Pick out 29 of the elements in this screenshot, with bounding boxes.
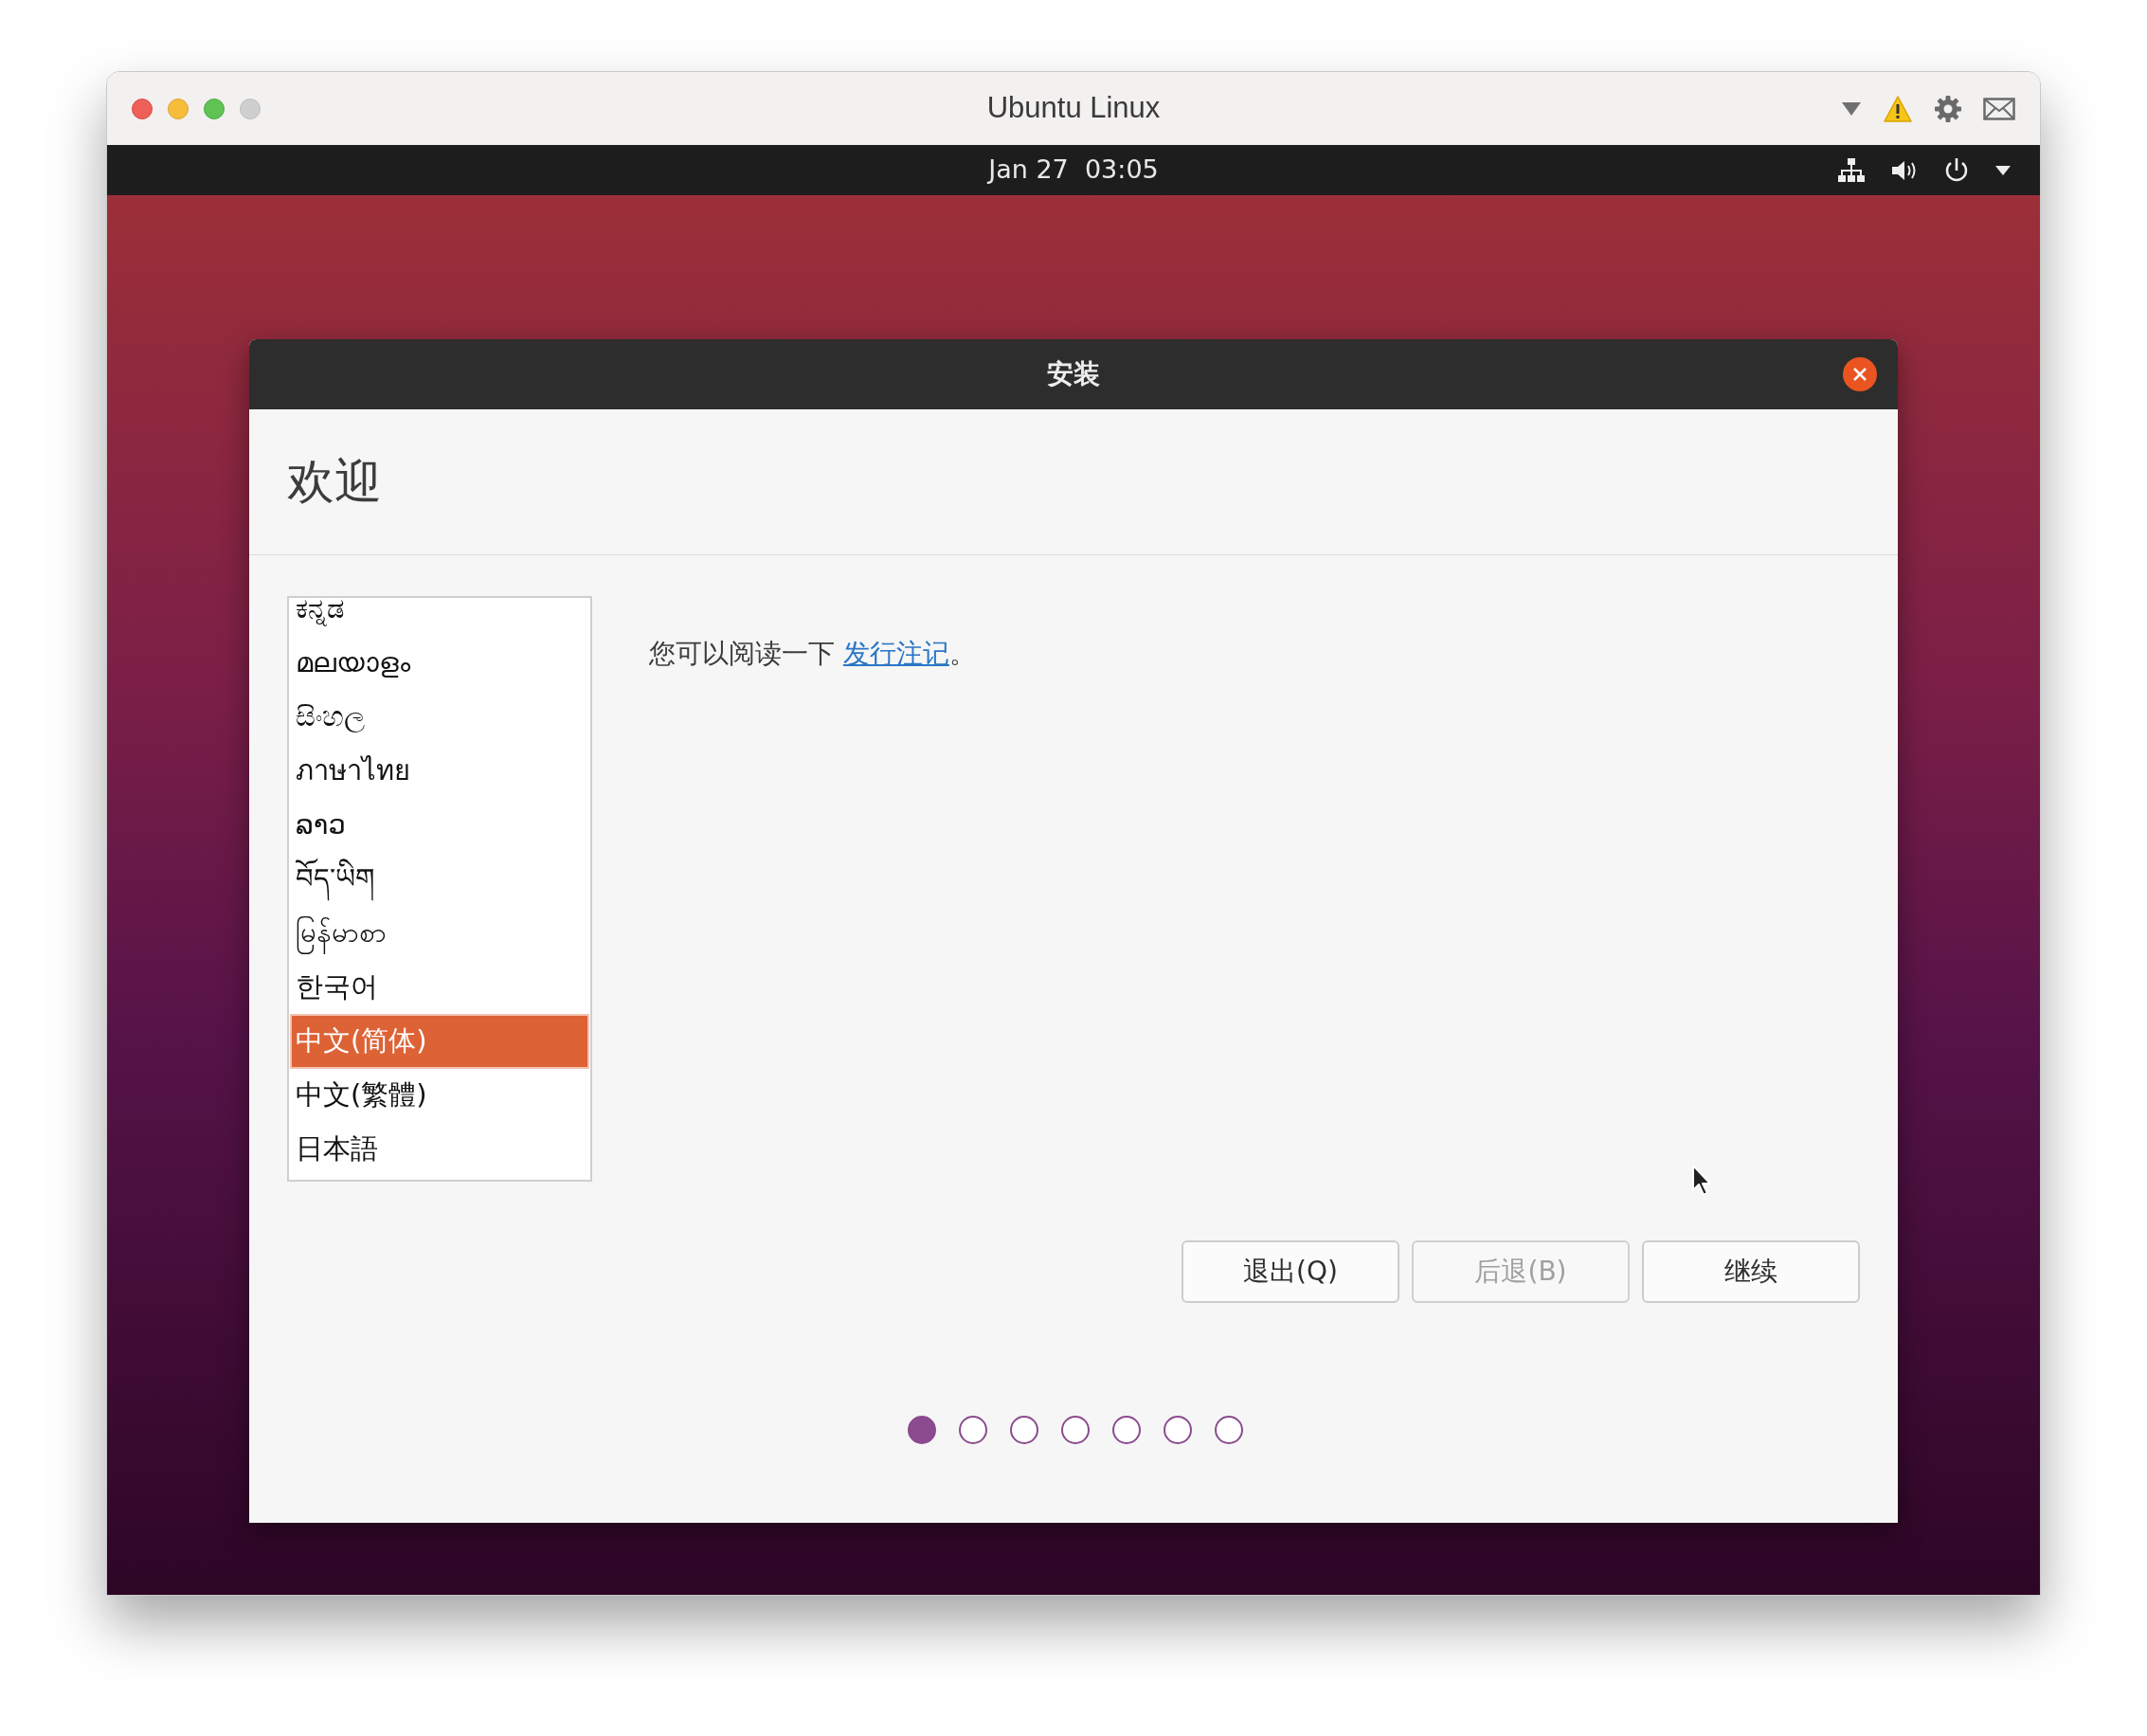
language-item[interactable]: བོད་ཡིག: [292, 853, 587, 905]
language-item[interactable]: ภาษาไทย: [292, 745, 587, 797]
quit-button[interactable]: 退出(Q): [1182, 1240, 1399, 1303]
language-item[interactable]: 日本語: [292, 1123, 587, 1175]
close-button[interactable]: [1843, 357, 1877, 391]
language-item[interactable]: မြန်မာစာ: [292, 907, 587, 959]
language-item[interactable]: සිංහල: [292, 691, 587, 743]
dropdown-icon[interactable]: [1841, 99, 1862, 118]
network-icon[interactable]: [1837, 156, 1866, 184]
language-item[interactable]: മലയാളം: [292, 637, 587, 689]
warning-icon[interactable]: [1883, 94, 1913, 123]
release-notes-link[interactable]: 发行注记: [842, 638, 949, 669]
language-item[interactable]: ລາວ: [292, 799, 587, 851]
mouse-pointer-icon: [1691, 1164, 1714, 1198]
continue-button[interactable]: 继续: [1642, 1240, 1860, 1303]
envelope-icon[interactable]: [1983, 97, 2015, 120]
dialog-title: 安装: [1047, 357, 1100, 391]
language-item[interactable]: 中文(简体): [292, 1015, 587, 1067]
clock[interactable]: Jan 27 03:05: [988, 151, 1159, 190]
language-item[interactable]: 한국어: [292, 961, 587, 1013]
window-title: Ubuntu Linux: [986, 90, 1161, 127]
release-notes-text: 您可以阅读一下 发行注记。: [649, 637, 976, 671]
language-item[interactable]: 中文(繁體): [292, 1069, 587, 1121]
language-item[interactable]: ಕನ್ನಡ: [292, 598, 587, 635]
caret-icon[interactable]: [1994, 164, 2012, 176]
power-icon[interactable]: [1943, 156, 1970, 184]
close-icon: [1852, 367, 1867, 382]
page-heading: 欢迎: [287, 453, 382, 511]
settings-icon[interactable]: [1934, 94, 1962, 123]
